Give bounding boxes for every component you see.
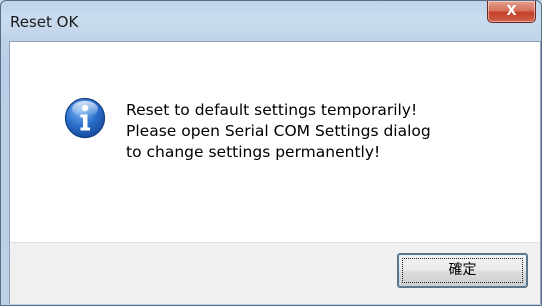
title-bar[interactable]: Reset OK X	[1, 1, 541, 41]
info-icon	[64, 97, 106, 139]
message-line: Reset to default settings temporarily!	[126, 101, 418, 119]
dialog-body: Reset to default settings temporarily! P…	[9, 41, 541, 304]
dialog-window: Reset OK X Reset to default settings tem…	[0, 0, 542, 306]
ok-button[interactable]: 確定	[397, 253, 528, 288]
message-line: to change settings permanently!	[126, 143, 381, 161]
ok-button-label: 確定	[448, 262, 477, 278]
button-bar: 確定	[10, 242, 540, 304]
message-area: Reset to default settings temporarily! P…	[10, 42, 540, 242]
message-line: Please open Serial COM Settings dialog	[126, 122, 431, 140]
dialog-title: Reset OK	[10, 13, 79, 31]
close-icon: X	[506, 4, 517, 19]
close-button[interactable]: X	[487, 1, 536, 23]
message-text: Reset to default settings temporarily! P…	[126, 100, 431, 163]
